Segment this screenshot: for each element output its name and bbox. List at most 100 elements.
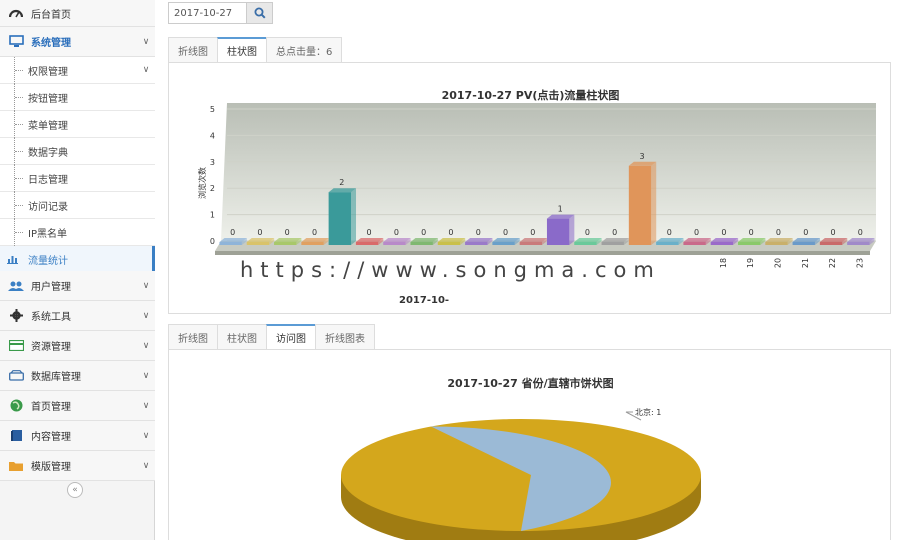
chart-floor-edge	[215, 251, 870, 255]
sidebar-item-content[interactable]: 内容管理 ∨	[0, 421, 155, 451]
data-label: 0	[776, 228, 781, 237]
bar-face	[574, 242, 597, 245]
data-label: 0	[503, 228, 508, 237]
sidebar-subitem-label: 权限管理	[28, 66, 68, 78]
data-label: 0	[612, 228, 617, 237]
sidebar-item-database[interactable]: 数据库管理 ∨	[0, 361, 155, 391]
date-input[interactable]	[168, 2, 248, 24]
sidebar-subitem[interactable]: 日志管理	[0, 165, 155, 192]
sidebar-item-homepage[interactable]: 首页管理 ∨	[0, 391, 155, 421]
sidebar-subitem[interactable]: 访问记录	[0, 192, 155, 219]
monitor-icon	[7, 35, 25, 49]
bar	[765, 238, 793, 245]
sidebar-subitem[interactable]: 权限管理 ∨	[0, 57, 155, 84]
bar-side	[651, 161, 657, 245]
bar	[301, 238, 329, 245]
sidebar-subitem-label: 数据字典	[28, 147, 68, 159]
sidebar-subitem-label: IP黑名单	[28, 228, 67, 240]
bar-face	[274, 242, 297, 245]
tree-line	[14, 57, 24, 84]
bar-face	[683, 242, 706, 245]
data-label: 3	[639, 152, 644, 161]
sidebar-item-tools[interactable]: 系统工具 ∨	[0, 301, 155, 331]
bar	[519, 238, 548, 245]
bar-face	[628, 165, 652, 245]
bar-face	[465, 242, 488, 245]
x-axis-label: 2017-10-	[399, 295, 449, 306]
sidebar-item-label: 后台首页	[31, 9, 71, 21]
pie-chart-panel: 2017-10-27 省份/直辖市饼状图 北京: 1	[168, 349, 891, 540]
bar	[328, 188, 357, 245]
sidebar-subitem[interactable]: 菜单管理	[0, 111, 155, 138]
x-tick-label: 19	[746, 258, 755, 268]
chevron-down-icon: ∨	[142, 370, 150, 381]
data-label: 0	[367, 228, 372, 237]
tab[interactable]: 访问图	[266, 324, 316, 349]
bar-face	[328, 192, 352, 245]
sidebar-subitem[interactable]: 按钮管理	[0, 84, 155, 111]
sidebar-subitem-label: 菜单管理	[28, 120, 68, 132]
pie-chart: 北京: 1	[341, 407, 701, 540]
tab[interactable]: 折线图	[168, 324, 218, 349]
y-tick-label: 3	[210, 158, 215, 167]
bar	[274, 238, 302, 245]
bar-face	[601, 242, 624, 245]
sidebar-collapse-button[interactable]: «	[67, 482, 83, 498]
tab[interactable]: 折线图表	[315, 324, 375, 349]
x-tick-label: 20	[773, 258, 782, 268]
bar	[219, 238, 247, 245]
sidebar-subitem[interactable]: 流量统计	[0, 246, 155, 273]
globe-icon	[7, 399, 25, 413]
sidebar: « 后台首页 系统管理 ∨ 权限管理 ∨ 按钮管理 菜单管理 数据字典 日志管理 访问记录 IP黑名…	[0, 0, 155, 540]
bar	[819, 238, 848, 245]
y-tick-label: 0	[210, 237, 215, 246]
chevron-down-icon: ∨	[142, 36, 150, 47]
data-label: 0	[312, 228, 317, 237]
sidebar-item-home[interactable]: 后台首页	[0, 0, 155, 27]
data-label: 0	[694, 228, 699, 237]
book-icon	[7, 429, 25, 443]
sidebar-item-system[interactable]: 系统管理 ∨	[0, 27, 155, 57]
sidebar-item-label: 内容管理	[31, 432, 71, 443]
sidebar-item-resources[interactable]: 资源管理 ∨	[0, 331, 155, 361]
chevron-down-icon: ∨	[142, 310, 150, 321]
sidebar-subitem[interactable]: 数据字典	[0, 138, 155, 165]
sidebar-item-users[interactable]: 用户管理 ∨	[0, 271, 155, 301]
sidebar-subitem-label: 按钮管理	[28, 93, 68, 105]
data-label: 0	[667, 228, 672, 237]
sidebar-subitem-label: 日志管理	[28, 174, 68, 186]
tree-line	[14, 219, 24, 246]
bar	[683, 238, 711, 245]
y-tick-label: 4	[210, 131, 215, 140]
search-button[interactable]	[246, 2, 273, 24]
y-tick-label: 1	[210, 211, 215, 220]
data-label: 0	[721, 228, 726, 237]
data-label: 0	[394, 228, 399, 237]
data-label: 0	[421, 228, 426, 237]
data-label: 0	[476, 228, 481, 237]
bar	[355, 238, 384, 245]
bar-face	[301, 242, 324, 245]
data-label: 0	[585, 228, 590, 237]
tab[interactable]: 折线图	[168, 37, 218, 62]
sidebar-item-label: 用户管理	[31, 282, 71, 293]
bar-face	[355, 242, 379, 245]
tab[interactable]: 柱状图	[217, 324, 267, 349]
data-label: 0	[285, 228, 290, 237]
pie-slice-label: 北京: 1	[635, 407, 661, 417]
bar-face	[383, 242, 406, 245]
data-label: 0	[858, 228, 863, 237]
folder-icon	[7, 459, 25, 473]
bar-face	[792, 242, 815, 245]
bar-face	[737, 242, 761, 245]
tab[interactable]: 总点击量：6	[266, 37, 343, 62]
chevron-down-icon: ∨	[142, 280, 150, 291]
sidebar-item-template[interactable]: 模版管理 ∨	[0, 451, 155, 481]
sidebar-subitem-label: 流量统计	[28, 255, 68, 267]
bar-chart-icon	[7, 254, 18, 264]
tab[interactable]: 柱状图	[217, 37, 267, 62]
bar	[383, 238, 411, 245]
sidebar-item-label: 模版管理	[31, 462, 71, 473]
sidebar-subitem[interactable]: IP黑名单	[0, 219, 155, 246]
x-tick-label: 21	[801, 258, 810, 268]
